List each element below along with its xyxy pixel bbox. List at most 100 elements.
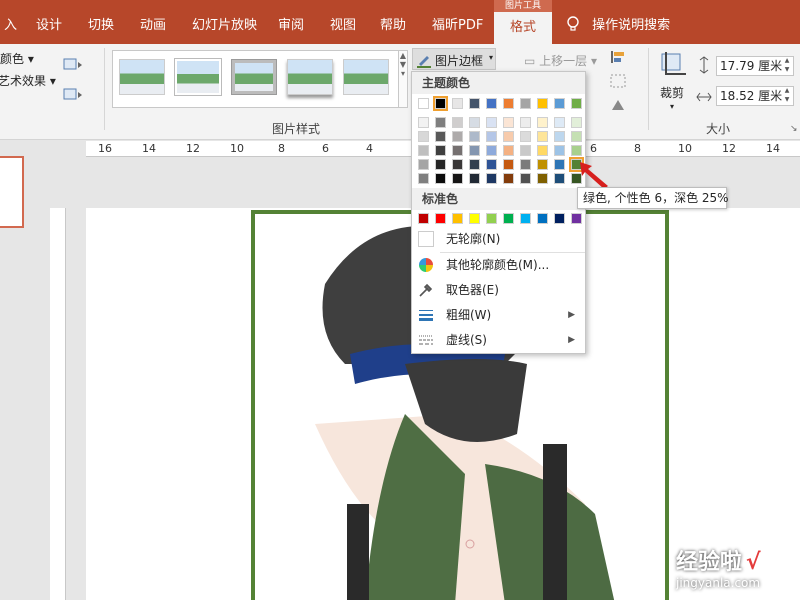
theme-shade-swatch[interactable]: [452, 173, 463, 184]
crop-icon[interactable]: [658, 50, 688, 80]
theme-color-swatch[interactable]: [433, 96, 448, 111]
style-thumb-4[interactable]: [287, 59, 333, 95]
theme-color-swatch[interactable]: [571, 98, 582, 109]
theme-color-swatch[interactable]: [520, 98, 531, 109]
standard-color-swatch[interactable]: [435, 213, 446, 224]
tab-view[interactable]: 视图: [320, 0, 366, 44]
theme-shade-swatch[interactable]: [486, 131, 497, 142]
theme-color-swatch[interactable]: [537, 98, 548, 109]
crop-label[interactable]: 裁剪: [660, 84, 684, 101]
theme-shade-swatch[interactable]: [452, 159, 463, 170]
slide-thumbnail[interactable]: [0, 156, 24, 228]
theme-color-swatch[interactable]: [469, 98, 480, 109]
theme-shade-swatch[interactable]: [486, 117, 497, 128]
standard-color-swatch[interactable]: [554, 213, 565, 224]
theme-shade-swatch[interactable]: [537, 131, 548, 142]
gallery-scroll[interactable]: ▲ ▼ ▾: [398, 50, 408, 108]
no-outline-item[interactable]: 无轮廓(N): [412, 227, 585, 251]
change-picture-icon[interactable]: [62, 86, 84, 104]
theme-color-swatch[interactable]: [418, 98, 429, 109]
theme-shade-swatch[interactable]: [452, 117, 463, 128]
theme-shade-swatch[interactable]: [435, 117, 446, 128]
theme-shade-swatch[interactable]: [435, 159, 446, 170]
standard-color-swatch[interactable]: [452, 213, 463, 224]
tab-transitions[interactable]: 切换: [78, 0, 124, 44]
group-icon[interactable]: [608, 72, 630, 90]
theme-shade-swatch[interactable]: [418, 117, 429, 128]
style-thumb-2[interactable]: [175, 59, 221, 95]
theme-shade-swatch[interactable]: [520, 145, 531, 156]
theme-shade-swatch[interactable]: [520, 117, 531, 128]
theme-shade-swatch[interactable]: [520, 159, 531, 170]
tab-format[interactable]: 格式: [494, 12, 552, 44]
theme-shade-swatch[interactable]: [537, 117, 548, 128]
picture-border-button[interactable]: 图片边框 ▾: [412, 48, 496, 70]
theme-shade-swatch[interactable]: [486, 145, 497, 156]
standard-color-swatch[interactable]: [486, 213, 497, 224]
compress-pictures-icon[interactable]: [62, 56, 84, 74]
theme-color-swatch[interactable]: [554, 98, 565, 109]
theme-shade-swatch[interactable]: [554, 145, 565, 156]
theme-shade-swatch[interactable]: [469, 131, 480, 142]
theme-shade-swatch[interactable]: [418, 145, 429, 156]
tab-slideshow[interactable]: 幻灯片放映: [182, 0, 267, 44]
theme-shade-swatch[interactable]: [469, 159, 480, 170]
theme-shade-swatch[interactable]: [537, 159, 548, 170]
theme-shade-swatch[interactable]: [503, 159, 514, 170]
theme-shade-swatch[interactable]: [435, 173, 446, 184]
standard-color-swatch[interactable]: [571, 213, 582, 224]
theme-shade-swatch[interactable]: [520, 173, 531, 184]
theme-color-swatch[interactable]: [452, 98, 463, 109]
theme-shade-swatch[interactable]: [503, 131, 514, 142]
dialog-launcher-icon[interactable]: ↘: [790, 124, 798, 134]
theme-shade-swatch[interactable]: [571, 117, 582, 128]
theme-shade-swatch[interactable]: [554, 173, 565, 184]
theme-shade-swatch[interactable]: [554, 117, 565, 128]
theme-shade-swatch[interactable]: [554, 159, 565, 170]
theme-shade-swatch[interactable]: [435, 145, 446, 156]
tab-foxit-pdf[interactable]: 福昕PDF: [422, 0, 493, 44]
weight-item[interactable]: 粗细(W) ▶: [412, 303, 585, 327]
theme-shade-swatch[interactable]: [554, 131, 565, 142]
theme-shade-swatch[interactable]: [571, 131, 582, 142]
theme-shade-swatch[interactable]: [435, 131, 446, 142]
tab-insert[interactable]: 入: [0, 0, 27, 44]
theme-shade-swatch[interactable]: [469, 173, 480, 184]
theme-shade-swatch[interactable]: [537, 173, 548, 184]
theme-shade-swatch[interactable]: [503, 145, 514, 156]
theme-shade-swatch[interactable]: [418, 159, 429, 170]
rotate-icon[interactable]: [608, 96, 630, 114]
theme-shade-swatch[interactable]: [452, 131, 463, 142]
theme-shade-swatch[interactable]: [520, 131, 531, 142]
theme-shade-swatch[interactable]: [503, 173, 514, 184]
standard-color-swatch[interactable]: [537, 213, 548, 224]
tab-review[interactable]: 审阅: [268, 0, 314, 44]
theme-shade-swatch[interactable]: [486, 159, 497, 170]
more-colors-item[interactable]: 其他轮廓颜色(M)...: [412, 253, 585, 277]
dashes-item[interactable]: 虚线(S) ▶: [412, 328, 585, 352]
theme-shade-swatch[interactable]: [537, 145, 548, 156]
color-button[interactable]: 颜色 ▾: [0, 50, 34, 67]
width-spinbox[interactable]: 18.52 厘米 ▲ ▼: [716, 86, 794, 106]
artistic-effects-button[interactable]: 艺术效果 ▾: [0, 72, 56, 89]
theme-shade-swatch[interactable]: [452, 145, 463, 156]
style-thumb-5[interactable]: [343, 59, 389, 95]
height-spinbox[interactable]: 17.79 厘米 ▲ ▼: [716, 56, 794, 76]
bring-forward-button[interactable]: ▭ 上移一层 ▾: [524, 52, 597, 69]
standard-color-swatch[interactable]: [503, 213, 514, 224]
tab-animations[interactable]: 动画: [130, 0, 176, 44]
tell-me-search[interactable]: 操作说明搜索: [566, 0, 670, 44]
tab-design[interactable]: 设计: [26, 0, 72, 44]
theme-shade-swatch[interactable]: [418, 173, 429, 184]
standard-color-swatch[interactable]: [418, 213, 429, 224]
style-thumb-3[interactable]: [231, 59, 277, 95]
theme-shade-swatch[interactable]: [503, 117, 514, 128]
standard-color-swatch[interactable]: [469, 213, 480, 224]
theme-shade-swatch[interactable]: [486, 173, 497, 184]
tab-help[interactable]: 帮助: [370, 0, 416, 44]
standard-color-swatch[interactable]: [520, 213, 531, 224]
theme-shade-swatch[interactable]: [571, 145, 582, 156]
eyedropper-item[interactable]: 取色器(E): [412, 278, 585, 302]
style-thumb-1[interactable]: [119, 59, 165, 95]
theme-shade-swatch[interactable]: [418, 131, 429, 142]
